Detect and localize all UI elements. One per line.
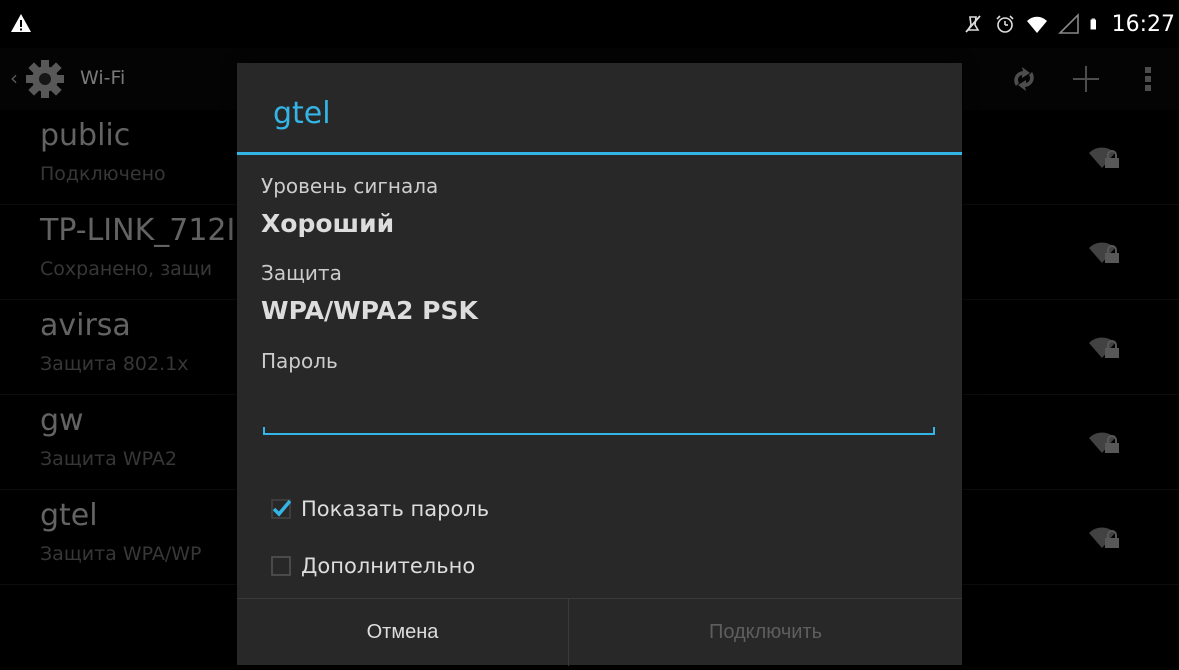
password-underline-right [933, 427, 935, 435]
alarm-icon [996, 15, 1014, 33]
dialog-title-divider [237, 152, 962, 155]
show-password-label: Показать пароль [301, 497, 490, 521]
dialog-title: gtel [273, 96, 331, 131]
signal-strength-value: Хороший [261, 209, 395, 238]
status-icons: 16:27 [962, 10, 1179, 38]
battery-icon [1090, 18, 1096, 30]
security-label: Защита [261, 261, 342, 285]
security-value: WPA/WPA2 PSK [261, 296, 478, 325]
password-label: Пароль [261, 349, 338, 373]
dialog-button-bar: Отмена Подключить [237, 598, 962, 666]
wifi-icon [1026, 16, 1047, 33]
signal-icon [1057, 13, 1079, 34]
connect-button[interactable]: Подключить [569, 599, 962, 666]
clock-time: 16:27 [1111, 11, 1175, 37]
wifi-connect-dialog: gtel Уровень сигнала Хороший Защита WPA/… [237, 63, 962, 666]
warning-icon [11, 14, 31, 32]
checkbox-checked-icon [271, 499, 291, 519]
mute-icon [964, 15, 981, 33]
status-bar: 16:27 [0, 0, 1179, 48]
password-underline [263, 433, 935, 435]
password-underline-left [263, 427, 265, 435]
signal-strength-label: Уровень сигнала [261, 174, 439, 198]
advanced-label: Дополнительно [301, 554, 476, 578]
show-password-checkbox[interactable]: Показать пароль [271, 492, 489, 526]
cancel-button[interactable]: Отмена [237, 599, 568, 666]
checkbox-unchecked-icon [271, 556, 291, 576]
advanced-checkbox[interactable]: Дополнительно [271, 549, 475, 583]
